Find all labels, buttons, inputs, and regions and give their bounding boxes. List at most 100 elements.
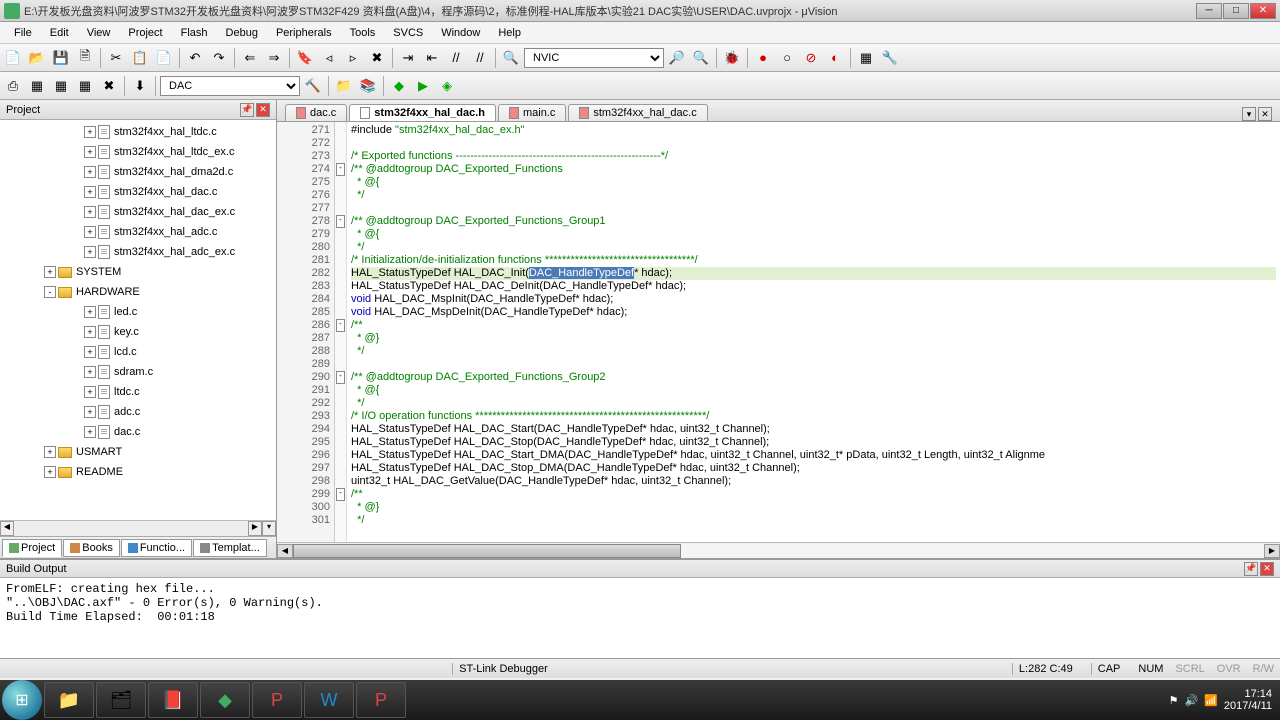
editor-menu-icon[interactable]: ▾ <box>1242 107 1256 121</box>
stop-build-icon[interactable]: ✖ <box>98 75 120 97</box>
outdent-icon[interactable]: ⇤ <box>421 47 443 69</box>
breakpoint-enable-icon[interactable]: ◐ <box>824 47 846 69</box>
project-tree[interactable]: +stm32f4xx_hal_ltdc.c+stm32f4xx_hal_ltdc… <box>0 120 276 520</box>
editor-hscroll[interactable]: ◀ ▶ <box>277 542 1280 558</box>
tree-file[interactable]: +lcd.c <box>0 342 276 362</box>
maximize-button[interactable]: □ <box>1223 3 1249 19</box>
build-pin-icon[interactable]: 📌 <box>1244 562 1258 576</box>
close-button[interactable]: ✕ <box>1250 3 1276 19</box>
tree-file[interactable]: +led.c <box>0 302 276 322</box>
scroll-thumb[interactable] <box>293 544 681 558</box>
minimize-button[interactable]: ─ <box>1196 3 1222 19</box>
incremental-find-icon[interactable]: 🔍 <box>690 47 712 69</box>
menu-file[interactable]: File <box>6 25 40 41</box>
menu-flash[interactable]: Flash <box>173 25 216 41</box>
breakpoint-kill-icon[interactable]: ⊘ <box>800 47 822 69</box>
tree-file[interactable]: +adc.c <box>0 402 276 422</box>
build-output-text[interactable]: FromELF: creating hex file... "..\OBJ\DA… <box>0 578 1280 658</box>
indent-icon[interactable]: ⇥ <box>397 47 419 69</box>
cut-icon[interactable]: ✂ <box>105 47 127 69</box>
select-packs-icon[interactable]: ▶ <box>412 75 434 97</box>
manage-books-icon[interactable]: 📚 <box>357 75 379 97</box>
undo-icon[interactable]: ↶ <box>184 47 206 69</box>
menu-project[interactable]: Project <box>120 25 170 41</box>
config-icon[interactable]: 🔧 <box>879 47 901 69</box>
find-icon[interactable]: 🔍 <box>500 47 522 69</box>
code-content[interactable]: #include "stm32f4xx_hal_dac_ex.h" /* Exp… <box>347 122 1280 542</box>
task-folder[interactable]: 🗂 <box>96 682 146 718</box>
tab-project[interactable]: Project <box>2 539 62 557</box>
task-explorer[interactable]: 📁 <box>44 682 94 718</box>
task-powerpoint[interactable]: P <box>252 682 302 718</box>
tree-file[interactable]: +sdram.c <box>0 362 276 382</box>
uncomment-icon[interactable]: // <box>469 47 491 69</box>
menu-edit[interactable]: Edit <box>42 25 77 41</box>
new-icon[interactable]: 📄 <box>2 47 24 69</box>
task-uvision[interactable]: ◆ <box>200 682 250 718</box>
tree-file[interactable]: +stm32f4xx_hal_ltdc.c <box>0 122 276 142</box>
start-button[interactable]: ⊞ <box>2 680 42 720</box>
translate-icon[interactable]: ⎙ <box>2 75 24 97</box>
build-close-icon[interactable]: ✕ <box>1260 562 1274 576</box>
editor-tab[interactable]: stm32f4xx_hal_dac.h <box>349 104 496 121</box>
tree-file[interactable]: +stm32f4xx_hal_dac_ex.c <box>0 202 276 222</box>
menu-peripherals[interactable]: Peripherals <box>268 25 340 41</box>
copy-icon[interactable]: 📋 <box>129 47 151 69</box>
save-all-icon[interactable]: 🗎 <box>74 47 96 69</box>
bookmark-next-icon[interactable]: ▹ <box>342 47 364 69</box>
debug-icon[interactable]: 🐞 <box>721 47 743 69</box>
fold-gutter[interactable]: ----- <box>335 122 347 542</box>
tree-file[interactable]: +stm32f4xx_hal_ltdc_ex.c <box>0 142 276 162</box>
paste-icon[interactable]: 📄 <box>153 47 175 69</box>
tree-file[interactable]: +stm32f4xx_hal_dac.c <box>0 182 276 202</box>
menu-tools[interactable]: Tools <box>342 25 384 41</box>
manage-icon[interactable]: 📁 <box>333 75 355 97</box>
manage-rte-icon[interactable]: ◆ <box>388 75 410 97</box>
tab-functions[interactable]: Functio... <box>121 539 192 557</box>
window-layout-icon[interactable]: ▦ <box>855 47 877 69</box>
find-in-files-icon[interactable]: 🔎 <box>666 47 688 69</box>
editor-tab[interactable]: dac.c <box>285 104 347 121</box>
code-editor[interactable]: 2712722732742752762772782792802812822832… <box>277 122 1280 542</box>
pack-installer-icon[interactable]: ◈ <box>436 75 458 97</box>
task-ppt2[interactable]: P <box>356 682 406 718</box>
tab-books[interactable]: Books <box>63 539 120 557</box>
tree-file[interactable]: +stm32f4xx_hal_adc.c <box>0 222 276 242</box>
nav-back-icon[interactable]: ⇐ <box>239 47 261 69</box>
tab-templates[interactable]: Templat... <box>193 539 267 557</box>
redo-icon[interactable]: ↷ <box>208 47 230 69</box>
tree-folder[interactable]: +README <box>0 462 276 482</box>
batch-build-icon[interactable]: ▦ <box>74 75 96 97</box>
tree-folder[interactable]: +SYSTEM <box>0 262 276 282</box>
breakpoint-icon[interactable]: ● <box>752 47 774 69</box>
tree-file[interactable]: +ltdc.c <box>0 382 276 402</box>
tree-file[interactable]: +dac.c <box>0 422 276 442</box>
menu-debug[interactable]: Debug <box>218 25 266 41</box>
scroll-right-icon[interactable]: ▶ <box>1264 544 1280 558</box>
task-foxit[interactable]: 📕 <box>148 682 198 718</box>
download-icon[interactable]: ⬇ <box>129 75 151 97</box>
target-options-icon[interactable]: 🔨 <box>302 75 324 97</box>
menu-svcs[interactable]: SVCS <box>385 25 431 41</box>
rebuild-icon[interactable]: ▦ <box>50 75 72 97</box>
tray-network-icon[interactable]: 🔊 <box>1184 694 1198 707</box>
pin-icon[interactable]: 📌 <box>240 103 254 117</box>
comment-icon[interactable]: // <box>445 47 467 69</box>
target-combo[interactable]: DAC <box>160 76 300 96</box>
tree-hscroll[interactable]: ◀ ▶ ▾ <box>0 520 276 536</box>
editor-tab[interactable]: main.c <box>498 104 566 121</box>
bookmark-clear-icon[interactable]: ✖ <box>366 47 388 69</box>
menu-window[interactable]: Window <box>433 25 488 41</box>
tree-file[interactable]: +stm32f4xx_hal_dma2d.c <box>0 162 276 182</box>
system-tray[interactable]: ⚑ 🔊 📶 17:14 2017/4/11 <box>1169 688 1278 712</box>
bookmark-icon[interactable]: 🔖 <box>294 47 316 69</box>
bookmark-prev-icon[interactable]: ◃ <box>318 47 340 69</box>
menu-help[interactable]: Help <box>490 25 529 41</box>
tree-folder[interactable]: -HARDWARE <box>0 282 276 302</box>
tree-file[interactable]: +stm32f4xx_hal_adc_ex.c <box>0 242 276 262</box>
breakpoint-disable-icon[interactable]: ○ <box>776 47 798 69</box>
save-icon[interactable]: 💾 <box>50 47 72 69</box>
find-combo[interactable]: NVIC <box>524 48 664 68</box>
scroll-left-icon[interactable]: ◀ <box>277 544 293 558</box>
task-word[interactable]: W <box>304 682 354 718</box>
